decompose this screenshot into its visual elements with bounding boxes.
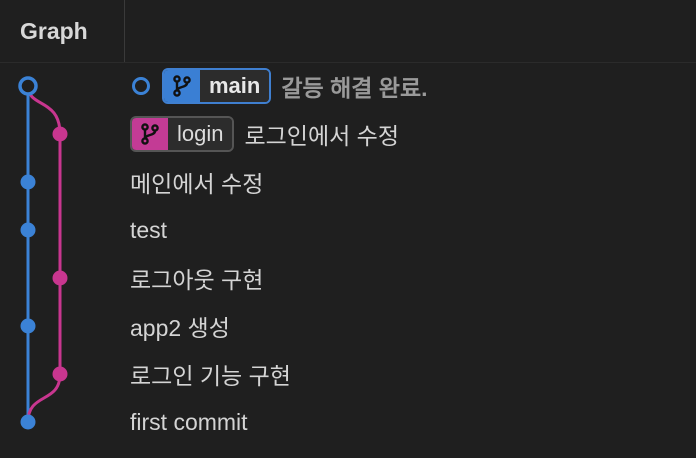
commit-message: app2 생성: [130, 315, 230, 341]
history-header: Graph: [0, 0, 696, 63]
git-branch-icon: [164, 70, 200, 102]
graph-column-label: Graph: [20, 17, 88, 44]
commit-row[interactable]: 메인에서 수정: [130, 160, 263, 204]
commit-message: first commit: [130, 408, 248, 435]
commit-message: 갈등 해결 완료.: [281, 75, 428, 101]
head-ring-icon: [132, 77, 150, 95]
branch-label: login: [168, 118, 233, 150]
head-commit-dot[interactable]: [18, 76, 38, 96]
branch-badge-login[interactable]: login: [130, 116, 235, 152]
commit-row[interactable]: login 로그인에서 수정: [130, 112, 399, 156]
commit-dot[interactable]: [20, 174, 36, 190]
commit-dot[interactable]: [20, 222, 36, 238]
graph-column-header[interactable]: Graph: [0, 0, 125, 62]
commit-message: 로그아웃 구현: [130, 267, 264, 293]
commit-message: 메인에서 수정: [130, 171, 264, 197]
commit-row[interactable]: 로그아웃 구현: [130, 256, 263, 300]
commit-row[interactable]: main 갈등 해결 완료.: [130, 64, 428, 108]
branch-badge-main[interactable]: main: [162, 68, 272, 104]
branch-label: main: [200, 70, 270, 102]
commit-message: test: [130, 216, 168, 243]
commit-row[interactable]: test: [130, 208, 167, 252]
commit-dot[interactable]: [52, 126, 68, 142]
git-branch-icon: [132, 118, 168, 150]
commit-row[interactable]: app2 생성: [130, 304, 230, 348]
commit-dot[interactable]: [52, 366, 68, 382]
commit-row[interactable]: 로그인 기능 구현: [130, 352, 291, 396]
commit-message: 로그인 기능 구현: [130, 363, 291, 389]
commit-dot[interactable]: [20, 414, 36, 430]
commit-dot[interactable]: [52, 270, 68, 286]
commit-row[interactable]: first commit: [130, 400, 248, 444]
commit-message: 로그인에서 수정: [244, 123, 399, 149]
commit-graph: [18, 76, 68, 430]
commit-dot[interactable]: [20, 318, 36, 334]
